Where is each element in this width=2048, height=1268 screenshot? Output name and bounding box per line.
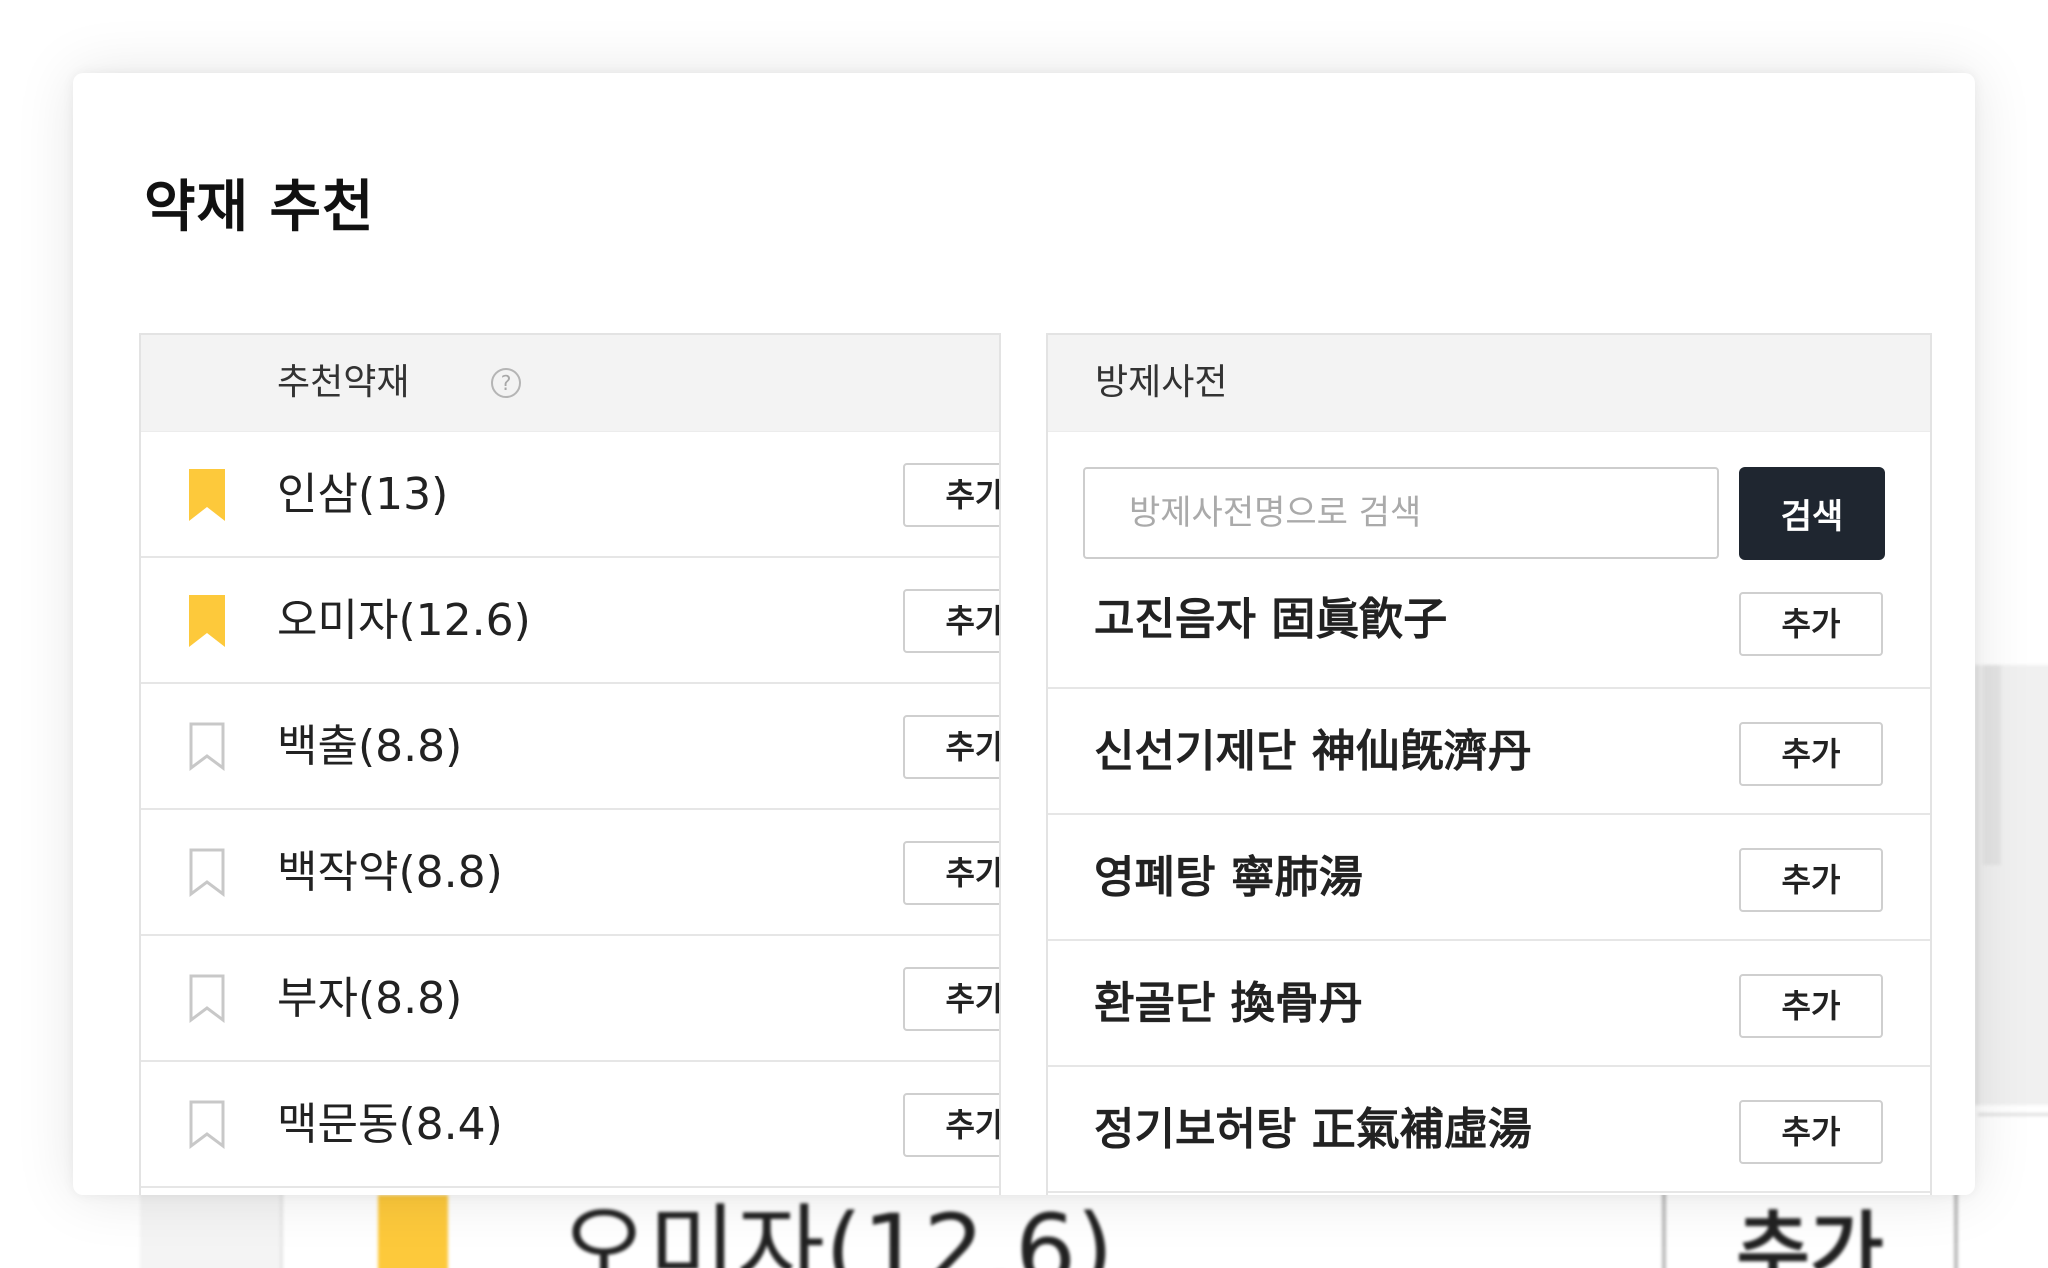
bookmark-outline-icon[interactable] xyxy=(187,973,227,1025)
formula-row: 신선기제단 神仙旣濟丹 추가 xyxy=(1048,689,1930,815)
herb-name: 오미자(12.6) xyxy=(277,595,531,646)
recommended-herbs-title: 추천약재 xyxy=(277,362,410,403)
add-herb-button[interactable]: 추가 xyxy=(903,589,999,653)
herb-row: 오미자(12.6) 추가 xyxy=(141,558,999,684)
herb-name: 부자(8.8) xyxy=(277,973,463,1024)
add-formula-button[interactable]: 추가 xyxy=(1739,722,1883,786)
formula-name: 고진음자 固眞飮子 xyxy=(1094,594,1448,645)
bookmark-outline-icon[interactable] xyxy=(187,847,227,899)
background-side-panel xyxy=(1975,665,2048,1116)
bookmark-filled-icon[interactable] xyxy=(187,595,227,647)
search-button[interactable]: 검색 xyxy=(1739,467,1885,560)
formula-dictionary-panel: 방제사전 검색 고진음자 固眞飮子추가신선기제단 神仙旣濟丹추가영폐탕 寧肺湯추… xyxy=(1046,333,1932,1195)
bookmark-outline-icon[interactable] xyxy=(187,721,227,773)
herb-name: 백작약(8.8) xyxy=(277,847,503,898)
herb-row: 부자(8.8) 추가 xyxy=(141,936,999,1062)
herb-row: 맥문동(8.4) 추가 xyxy=(141,1062,999,1188)
add-herb-button[interactable]: 추가 xyxy=(903,841,999,905)
recommended-herbs-header: 추천약재 ? xyxy=(141,335,999,432)
formula-name: 정기보허탕 正氣補虛湯 xyxy=(1094,1104,1532,1155)
background-row-name: 오미자(12.6) xyxy=(560,1194,1114,1268)
add-formula-button[interactable]: 추가 xyxy=(1739,592,1883,656)
background-divider xyxy=(1978,1113,2048,1116)
formula-search-input[interactable] xyxy=(1083,467,1719,559)
recommended-herbs-panel: 추천약재 ? 인삼(13) 추가 오미자(12.6) 추가 백출(8.8) 추가 백작약(8… xyxy=(139,333,1001,1195)
help-icon[interactable]: ? xyxy=(491,368,521,398)
add-herb-button[interactable]: 추가 xyxy=(903,967,999,1031)
formula-row: 환골단 換骨丹 추가 xyxy=(1048,941,1930,1067)
add-formula-button[interactable]: 추가 xyxy=(1739,974,1883,1038)
herb-row: 백출(8.8) 추가 xyxy=(141,684,999,810)
add-formula-button[interactable]: 추가 xyxy=(1739,848,1883,912)
background-scrollbar xyxy=(1983,665,2001,865)
herb-recommendation-modal: 약재 추천 추천약재 ? 인삼(13) 추가 오미자(12.6) 추가 백출(8.8) 추… xyxy=(73,73,1975,1195)
add-herb-button[interactable]: 추가 xyxy=(903,715,999,779)
bookmark-filled-icon[interactable] xyxy=(187,469,227,521)
herb-name: 백출(8.8) xyxy=(277,721,463,772)
herb-name: 맥문동(8.4) xyxy=(277,1099,503,1150)
add-herb-button[interactable]: 추가 xyxy=(903,463,999,527)
modal-title: 약재 추천 xyxy=(144,175,375,240)
formula-dictionary-title: 방제사전 xyxy=(1095,362,1228,403)
formula-dictionary-header: 방제사전 xyxy=(1048,335,1930,432)
formula-row: 정기보허탕 正氣補虛湯 추가 xyxy=(1048,1067,1930,1193)
bookmark-outline-icon[interactable] xyxy=(187,1099,227,1151)
formula-name: 환골단 換骨丹 xyxy=(1094,978,1363,1029)
formula-row: 고진음자 固眞飮子 추가 xyxy=(1048,567,1930,689)
formula-list: 고진음자 固眞飮子 추가 신선기제단 神仙旣濟丹 추가 영폐탕 寧肺湯 추가 환골단 換骨丹… xyxy=(1048,567,1930,1193)
add-formula-button[interactable]: 추가 xyxy=(1739,1100,1883,1164)
formula-name: 영폐탕 寧肺湯 xyxy=(1094,852,1363,903)
screen: 오미자(12.6) 추가 약재 추천 추천약재 ? 인삼(13) 추가 오미자(12… xyxy=(0,0,2048,1268)
herb-row: 백작약(8.8) 추가 xyxy=(141,810,999,936)
add-herb-button[interactable]: 추가 xyxy=(903,1093,999,1157)
background-bookmark-icon xyxy=(378,1195,448,1268)
formula-search-area: 검색 xyxy=(1048,432,1930,567)
herb-row: 인삼(13) 추가 xyxy=(141,432,999,558)
formula-name: 신선기제단 神仙旣濟丹 xyxy=(1094,726,1532,777)
formula-row: 영폐탕 寧肺湯 추가 xyxy=(1048,815,1930,941)
recommended-herbs-list: 인삼(13) 추가 오미자(12.6) 추가 백출(8.8) 추가 백작약(8.8) 추가 부자… xyxy=(141,432,999,1188)
herb-name: 인삼(13) xyxy=(277,469,449,520)
